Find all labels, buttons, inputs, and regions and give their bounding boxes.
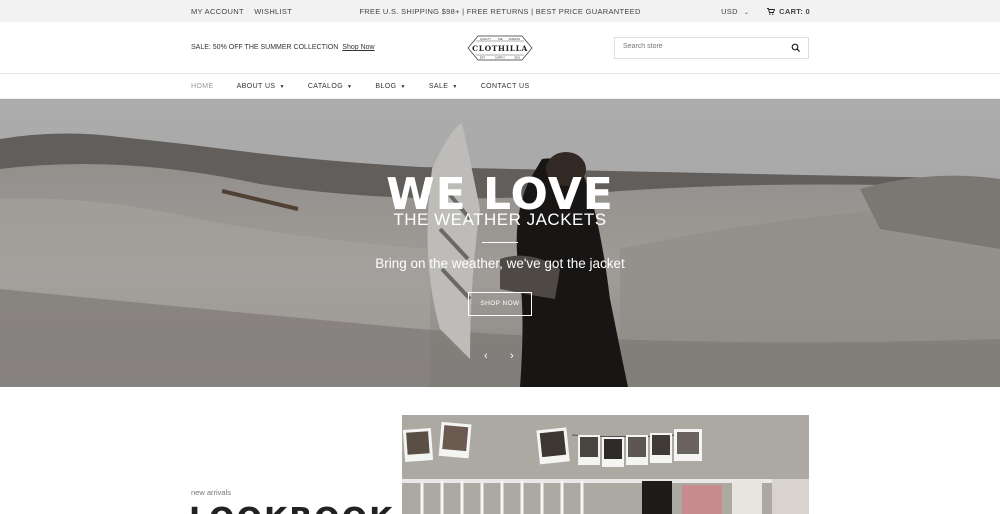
logo-name: CLOTHILLA: [472, 44, 528, 53]
logo-bottom-right: 2016: [514, 55, 520, 59]
hero-slider: WE LOVE THE WEATHER JACKETS Bring on the…: [0, 99, 1000, 387]
cart-icon: [767, 8, 776, 15]
clothilla-logo[interactable]: QUALITY THE FASHION CLOTHILLA EST SUPPLY…: [464, 30, 536, 66]
chevron-left-icon[interactable]: ‹: [484, 350, 488, 362]
shop-now-button[interactable]: SHOP NOW: [468, 292, 532, 316]
logo-top-center: THE: [497, 37, 502, 41]
main-nav: HOME ABOUT US ▼ CATALOG ▼ BLOG ▼ SALE ▼ CONT…: [0, 75, 1000, 99]
cart-label: CART: 0: [779, 7, 810, 16]
chevron-down-icon: ▼: [452, 83, 458, 90]
chevron-down-icon: ▼: [400, 83, 406, 90]
lookbook-photo: [402, 415, 809, 514]
nav-item-label: CONTACT US: [480, 83, 530, 90]
chevron-down-icon: ▼: [279, 83, 285, 90]
nav-item-label: HOME: [191, 83, 214, 90]
site-header: SALE: 50% OFF THE SUMMER COLLECTION Shop …: [0, 22, 1000, 74]
hero-overlay: [0, 99, 1000, 387]
nav-list: HOME ABOUT US ▼ CATALOG ▼ BLOG ▼ SALE ▼ CONT…: [191, 83, 553, 90]
chevron-down-icon: ⌄: [743, 10, 750, 16]
hero-subtitle: THE WEATHER JACKETS: [393, 210, 607, 229]
search-input[interactable]: [623, 43, 783, 50]
nav-item-home[interactable]: HOME: [191, 83, 214, 90]
shipping-announcement: FREE U.S. SHIPPING $98+ | FREE RETURNS |…: [359, 7, 641, 16]
logo-bottom-left: EST: [480, 55, 485, 59]
logo-bottom-center: SUPPLY: [495, 55, 505, 59]
nav-item-label: CATALOG: [307, 83, 344, 90]
logo-top-left: QUALITY: [480, 37, 491, 41]
logo-top-right: FASHION: [509, 37, 521, 41]
promo-text: SALE: 50% OFF THE SUMMER COLLECTION: [191, 44, 339, 51]
currency-selector[interactable]: USD ⌄: [721, 7, 749, 16]
hero-tagline: Bring on the weather, we've got the jack…: [375, 256, 625, 271]
nav-item-about-us[interactable]: ABOUT US ▼: [237, 83, 285, 90]
nav-item-label: SALE: [428, 83, 449, 90]
promo-banner: SALE: 50% OFF THE SUMMER COLLECTION Shop …: [191, 44, 375, 51]
search-box: [614, 37, 809, 59]
nav-item-contact-us[interactable]: CONTACT US: [481, 83, 530, 90]
search-icon[interactable]: [791, 43, 801, 53]
chevron-right-icon[interactable]: ›: [510, 350, 514, 362]
chevron-down-icon: ▼: [347, 83, 353, 90]
nav-item-label: ABOUT US: [236, 83, 276, 90]
currency-label: USD: [721, 7, 738, 16]
lookbook-heading: LOOKBOOK: [189, 502, 394, 514]
nav-item-label: BLOG: [375, 83, 397, 90]
lookbook-image[interactable]: [402, 415, 809, 514]
top-bar: MY ACCOUNT WISHLIST FREE U.S. SHIPPING $…: [0, 0, 1000, 22]
shop-now-link[interactable]: Shop Now: [342, 44, 374, 51]
cart-button[interactable]: CART: 0: [767, 7, 810, 16]
nav-item-blog[interactable]: BLOG ▼: [375, 83, 405, 90]
hero-divider: [482, 242, 518, 243]
nav-item-sale[interactable]: SALE ▼: [429, 83, 458, 90]
lookbook-eyebrow: new arrivals: [191, 488, 232, 497]
topbar-right: USD ⌄ CART: 0: [721, 7, 810, 16]
nav-item-catalog[interactable]: CATALOG ▼: [308, 83, 353, 90]
